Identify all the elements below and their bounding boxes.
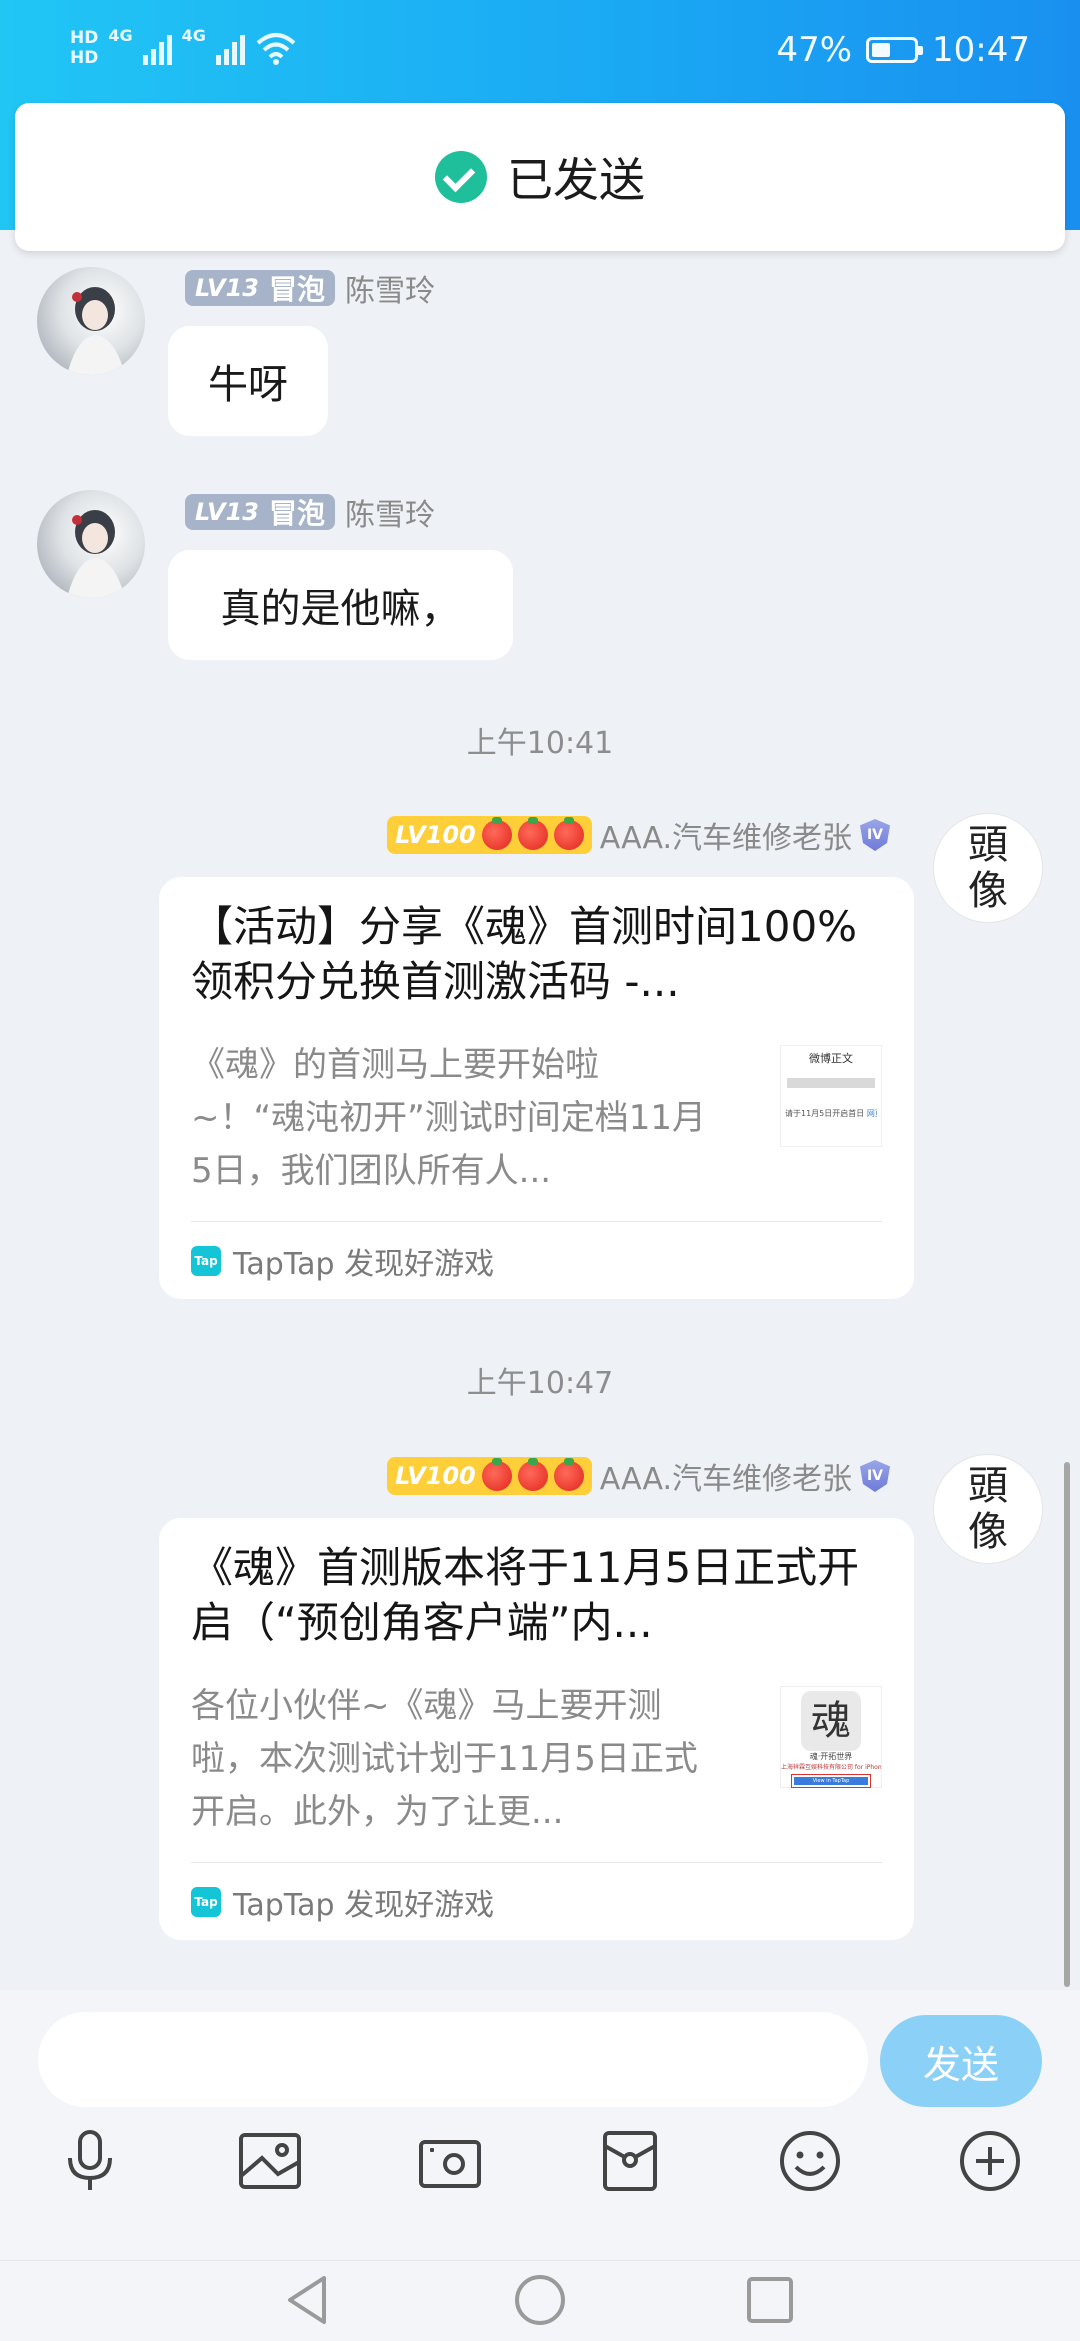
self-sender-row: LV100 AAA.汽车维修老张 IV <box>387 1454 890 1498</box>
clock: 10:47 <box>932 30 1030 70</box>
message-bubble[interactable]: 牛呀 <box>168 326 328 436</box>
recents-icon[interactable] <box>742 2272 798 2332</box>
send-button[interactable]: 发送 <box>880 2015 1042 2107</box>
card-thumbnail: 微博正文 请于11月5日开启首日 网页链接 <box>780 1045 882 1147</box>
timestamp: 上午10:47 <box>466 1366 614 1401</box>
card-thumbnail: 魂 魂·开拓世界 上海祥霖互娱科技有限公司 for iPhone View in… <box>780 1686 882 1788</box>
avatar[interactable] <box>37 490 145 598</box>
signal-icon-2 <box>215 31 245 65</box>
network-4g-2: 4G <box>181 26 206 45</box>
level-badge-gold: LV100 <box>387 816 592 854</box>
self-avatar[interactable]: 頭像 <box>934 1455 1042 1563</box>
card-title: 【活动】分享《魂》首测时间100%领积分兑换首测激活码 -... <box>191 902 858 1006</box>
check-circle-icon <box>435 151 487 203</box>
status-right: 47% 10:47 <box>776 20 1030 80</box>
card-divider <box>191 1862 882 1863</box>
input-toolbar <box>0 2110 1080 2260</box>
battery-percent: 47% <box>776 30 853 70</box>
card-title: 《魂》首测版本将于11月5日正式开启（“预创角客户端”内... <box>191 1543 860 1647</box>
battery-icon <box>866 37 924 63</box>
tomato-icon <box>517 817 548 850</box>
sender-row: LV13 冒泡 陈雪玲 <box>185 266 435 310</box>
sender-row: LV13 冒泡 陈雪玲 <box>185 490 435 534</box>
card-description: 各位小伙伴~《魂》马上要开测啦，本次测试计划于11月5日正式开启。此外，为了让更… <box>191 1686 698 1832</box>
taptap-logo-icon: Tap <box>191 1887 221 1917</box>
share-card[interactable]: 【活动】分享《魂》首测时间100%领积分兑换首测激活码 -... 《魂》的首测马… <box>159 877 914 1299</box>
plus-icon[interactable] <box>955 2126 1025 2196</box>
sender-name[interactable]: 陈雪玲 <box>345 490 435 534</box>
card-source: Tap TapTap 发现好游戏 <box>191 1239 494 1283</box>
emoji-icon[interactable] <box>775 2126 845 2196</box>
self-sender-row: LV100 AAA.汽车维修老张 IV <box>387 813 890 857</box>
message-input[interactable] <box>38 2012 868 2107</box>
level-badge-gold: LV100 <box>387 1457 592 1495</box>
message-text: 牛呀 <box>208 362 288 408</box>
timestamp: 上午10:41 <box>466 726 614 761</box>
card-source: Tap TapTap 发现好游戏 <box>191 1880 494 1924</box>
back-icon[interactable] <box>280 2272 336 2332</box>
home-icon[interactable] <box>512 2272 568 2332</box>
avatar[interactable] <box>37 267 145 375</box>
card-divider <box>191 1221 882 1222</box>
scrollbar[interactable] <box>1064 1462 1070 1987</box>
microphone-icon[interactable] <box>55 2126 125 2196</box>
toast-text: 已发送 <box>507 153 645 207</box>
share-card[interactable]: 《魂》首测版本将于11月5日正式开启（“预创角客户端”内... 各位小伙伴~《魂… <box>159 1518 914 1940</box>
image-icon[interactable] <box>235 2126 305 2196</box>
signal-icon-1 <box>142 31 172 65</box>
status-left: HD HD 4G 4G <box>70 18 297 78</box>
red-packet-icon[interactable] <box>595 2126 665 2196</box>
shield-badge-icon: IV <box>860 1460 890 1492</box>
hd-icon: HD HD <box>70 28 99 68</box>
message-bubble[interactable]: 真的是他嘛， <box>168 550 513 660</box>
tomato-icon <box>553 817 584 850</box>
level-badge: LV13 冒泡 <box>185 270 335 306</box>
sent-toast: 已发送 <box>15 103 1065 251</box>
shield-badge-icon: IV <box>860 819 890 851</box>
tomato-icon <box>481 1458 512 1491</box>
wifi-icon <box>256 33 296 65</box>
sender-name[interactable]: 陈雪玲 <box>345 266 435 310</box>
card-description: 《魂》的首测马上要开始啦~！“魂沌初开”测试时间定档11月5日，我们团队所有人.… <box>191 1045 706 1191</box>
level-badge: LV13 冒泡 <box>185 494 335 530</box>
tomato-icon <box>481 817 512 850</box>
message-text: 真的是他嘛， <box>220 586 461 632</box>
tomato-icon <box>517 1458 548 1491</box>
sender-name[interactable]: AAA.汽车维修老张 <box>600 813 852 857</box>
sender-name[interactable]: AAA.汽车维修老张 <box>600 1454 852 1498</box>
network-4g-1: 4G <box>108 26 133 45</box>
tomato-icon <box>553 1458 584 1491</box>
camera-icon[interactable] <box>415 2126 485 2196</box>
self-avatar[interactable]: 頭像 <box>934 814 1042 922</box>
taptap-logo-icon: Tap <box>191 1246 221 1276</box>
